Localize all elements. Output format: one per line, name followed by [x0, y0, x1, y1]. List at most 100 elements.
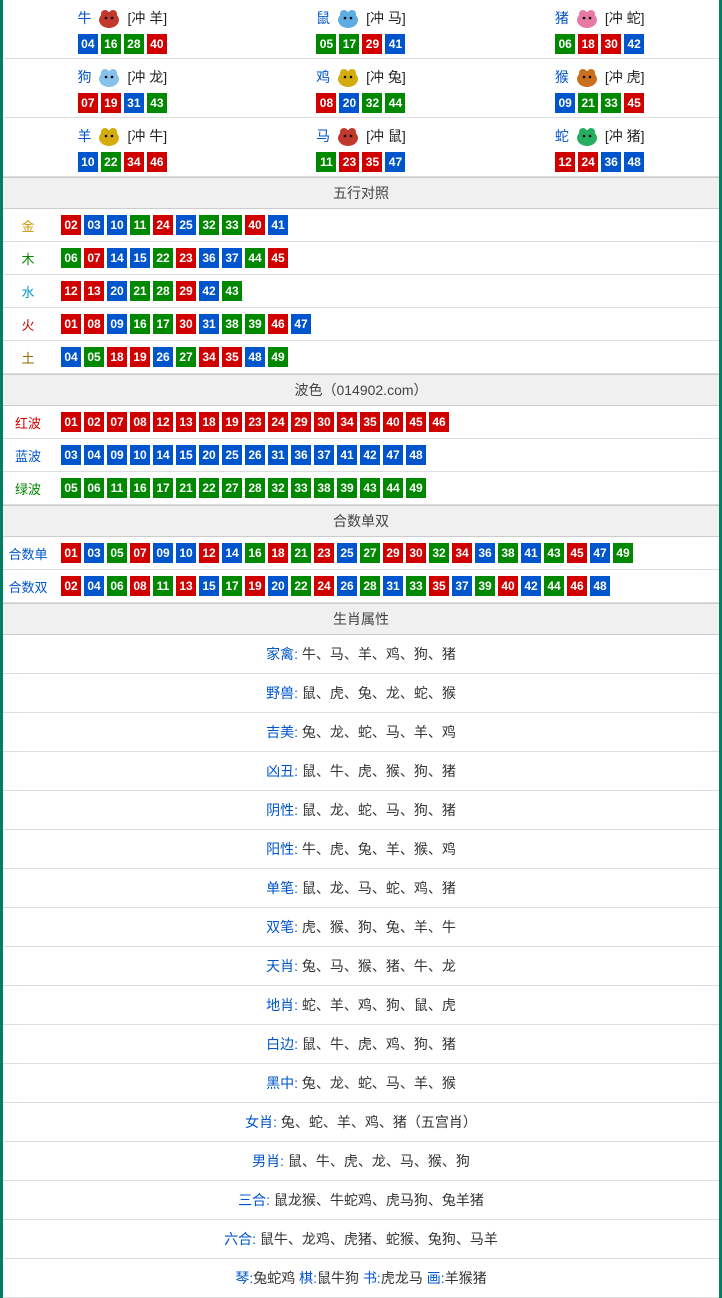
number-ball: 41 [337, 445, 357, 465]
number-ball: 10 [130, 445, 150, 465]
zodiac-chong: [冲 牛] [127, 126, 167, 146]
number-ball: 39 [337, 478, 357, 498]
zodiac-char: 羊 [77, 126, 91, 146]
dog-icon [94, 65, 124, 89]
attr-value: 牛、马、羊、鸡、狗、猪 [302, 646, 456, 662]
number-ball: 24 [314, 576, 334, 596]
zodiac-cell: 鸡 [冲 兔] 08203244 [242, 59, 481, 118]
number-ball: 39 [475, 576, 495, 596]
number-ball: 28 [153, 281, 173, 301]
number-ball: 09 [107, 445, 127, 465]
zodiac-chong: [冲 龙] [127, 67, 167, 87]
number-ball: 47 [385, 152, 405, 172]
number-ball: 08 [84, 314, 104, 334]
attr-value: 兔、马、猴、猪、牛、龙 [302, 958, 456, 974]
zodiac-chong: [冲 兔] [366, 67, 406, 87]
zodiac-grid: 牛 [冲 羊] 04162840 鼠 [冲 马] 05172941 猪 [冲 蛇… [3, 0, 719, 177]
number-ball: 46 [429, 412, 449, 432]
number-ball: 13 [176, 412, 196, 432]
number-ball: 13 [176, 576, 196, 596]
number-ball: 24 [153, 215, 173, 235]
kv-value: 0204060811131517192022242628313335373940… [53, 576, 719, 596]
wuxing-header: 五行对照 [3, 177, 719, 209]
zodiac-nums: 06183042 [480, 34, 719, 54]
snake-icon [572, 124, 602, 148]
kv-row: 绿波 05061116172122272832333839434449 [3, 472, 719, 505]
number-ball: 18 [268, 543, 288, 563]
monkey-icon [572, 65, 602, 89]
number-ball: 36 [199, 248, 219, 268]
number-ball: 02 [61, 576, 81, 596]
zodiac-chong: [冲 虎] [605, 67, 645, 87]
number-ball: 10 [176, 543, 196, 563]
number-ball: 19 [222, 412, 242, 432]
kv-label: 金 [3, 216, 53, 235]
number-ball: 49 [268, 347, 288, 367]
attr-row: 双笔: 虎、猴、狗、兔、羊、牛 [3, 908, 719, 947]
number-ball: 01 [61, 412, 81, 432]
number-ball: 44 [544, 576, 564, 596]
number-ball: 42 [521, 576, 541, 596]
zodiac-chong: [冲 蛇] [605, 8, 645, 28]
number-ball: 12 [555, 152, 575, 172]
attr-label: 女肖: [245, 1114, 281, 1130]
zodiac-nums: 10223446 [3, 152, 242, 172]
number-ball: 35 [360, 412, 380, 432]
number-ball: 03 [61, 445, 81, 465]
number-ball: 41 [268, 215, 288, 235]
number-ball: 28 [245, 478, 265, 498]
number-ball: 02 [84, 412, 104, 432]
foot-k2: 棋: [299, 1270, 317, 1286]
attr-row: 黑中: 兔、龙、蛇、马、羊、猴 [3, 1064, 719, 1103]
kv-label: 红波 [3, 413, 53, 432]
number-ball: 41 [385, 34, 405, 54]
number-ball: 30 [601, 34, 621, 54]
number-ball: 44 [383, 478, 403, 498]
number-ball: 16 [101, 34, 121, 54]
zodiac-title: 蛇 [冲 猪] [480, 124, 719, 148]
number-ball: 35 [362, 152, 382, 172]
number-ball: 47 [291, 314, 311, 334]
horse-icon [333, 124, 363, 148]
number-ball: 09 [555, 93, 575, 113]
number-ball: 20 [268, 576, 288, 596]
number-ball: 21 [130, 281, 150, 301]
kv-value: 05061116172122272832333839434449 [53, 478, 719, 498]
number-ball: 17 [153, 314, 173, 334]
attr-label: 单笔: [266, 880, 302, 896]
number-ball: 34 [199, 347, 219, 367]
number-ball: 19 [245, 576, 265, 596]
number-ball: 32 [268, 478, 288, 498]
number-ball: 20 [107, 281, 127, 301]
number-ball: 30 [314, 412, 334, 432]
number-ball: 36 [475, 543, 495, 563]
bose-rows: 红波 0102070812131819232429303435404546 蓝波… [3, 406, 719, 505]
number-ball: 17 [339, 34, 359, 54]
attr-label: 阳性: [266, 841, 302, 857]
number-ball: 26 [153, 347, 173, 367]
number-ball: 23 [245, 412, 265, 432]
number-ball: 42 [199, 281, 219, 301]
kv-row: 红波 0102070812131819232429303435404546 [3, 406, 719, 439]
zodiac-title: 鸡 [冲 兔] [242, 65, 481, 89]
number-ball: 28 [360, 576, 380, 596]
number-ball: 42 [624, 34, 644, 54]
kv-row: 木 06071415222336374445 [3, 242, 719, 275]
number-ball: 04 [78, 34, 98, 54]
zodiac-nums: 11233547 [242, 152, 481, 172]
number-ball: 20 [339, 93, 359, 113]
attr-label: 黑中: [266, 1075, 302, 1091]
zodiac-title: 狗 [冲 龙] [3, 65, 242, 89]
number-ball: 22 [153, 248, 173, 268]
zodiac-chong: [冲 鼠] [366, 126, 406, 146]
number-ball: 01 [61, 314, 81, 334]
attr-value: 鼠、龙、蛇、马、狗、猪 [302, 802, 456, 818]
number-ball: 49 [613, 543, 633, 563]
foot-v1: 兔蛇鸡 [253, 1270, 299, 1286]
attr-label: 凶丑: [266, 763, 302, 779]
number-ball: 22 [291, 576, 311, 596]
kv-value: 0108091617303138394647 [53, 314, 719, 334]
number-ball: 44 [385, 93, 405, 113]
number-ball: 25 [222, 445, 242, 465]
zodiac-char: 猴 [555, 67, 569, 87]
